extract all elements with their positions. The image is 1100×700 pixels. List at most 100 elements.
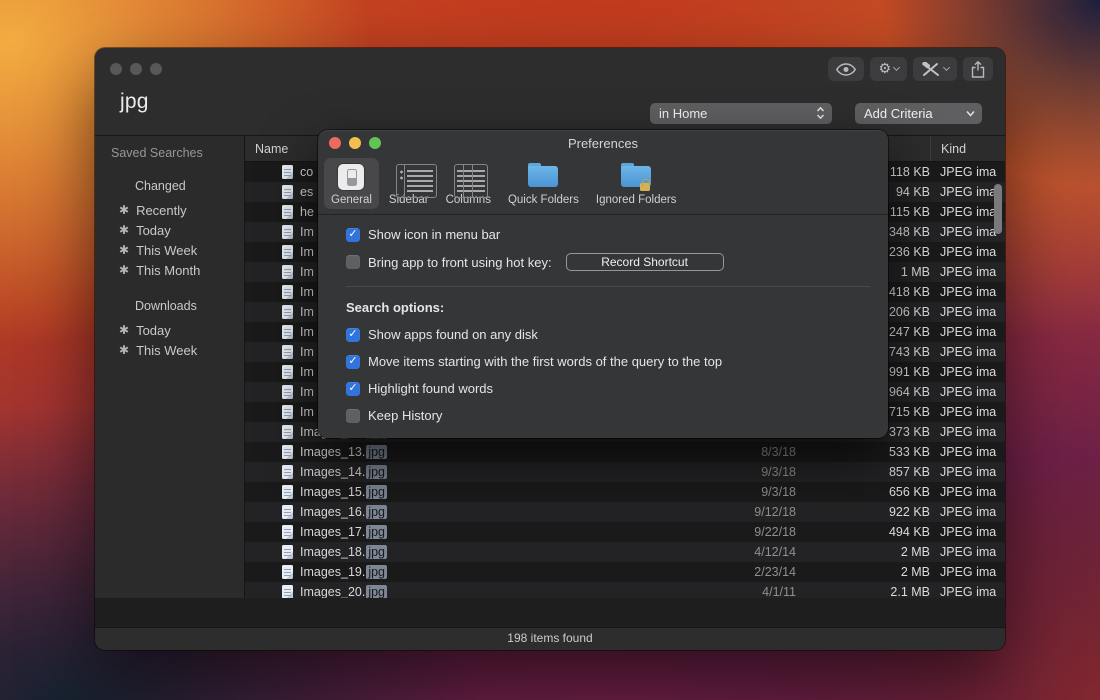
general-icon (334, 162, 368, 192)
file-kind: JPEG ima (930, 285, 1005, 299)
column-header-kind[interactable]: Kind (930, 136, 1005, 161)
tools-menu-button[interactable] (913, 57, 957, 81)
option-row: ✓ Show icon in menu bar (346, 227, 870, 242)
sidebar-item[interactable]: ✱ This Week (95, 240, 244, 260)
status-bar: 198 items found (95, 627, 1005, 650)
desktop-wallpaper: { "window": { "title_query": "jpg", "sco… (0, 0, 1100, 700)
file-kind: JPEG ima (930, 565, 1005, 579)
table-row[interactable]: Images_18. jpg 4/12/14 2 MB JPEG ima (245, 542, 1005, 562)
highlighted-extension: jpg (366, 485, 387, 499)
zoom-button[interactable] (369, 137, 381, 149)
document-icon (282, 165, 293, 179)
preferences-tab[interactable]: Sidebar (382, 158, 436, 209)
sidebar-item[interactable]: ✱ This Week (95, 340, 244, 360)
sidebar-item[interactable]: ✱ Today (95, 220, 244, 240)
file-name: es (300, 185, 313, 199)
file-kind: JPEG ima (930, 425, 1005, 439)
highlighted-extension: jpg (366, 505, 387, 519)
checkbox-label: Bring app to front using hot key: (368, 255, 552, 270)
record-shortcut-button[interactable]: Record Shortcut (566, 253, 724, 271)
checkbox[interactable]: ✓ (346, 255, 360, 269)
file-name: Im (300, 385, 314, 399)
highlighted-extension: jpg (366, 445, 387, 459)
file-name: Im (300, 285, 314, 299)
file-size: 494 KB (796, 525, 930, 539)
vertical-scrollbar[interactable] (994, 184, 1002, 234)
dialog-title: Preferences (318, 130, 888, 157)
table-row[interactable]: Images_13. jpg 8/3/18 533 KB JPEG ima (245, 442, 1005, 462)
checkbox-label: Show apps found on any disk (368, 327, 538, 342)
tools-icon (921, 62, 941, 77)
checkbox[interactable]: ✓ (346, 382, 360, 396)
table-row[interactable]: Images_14. jpg 9/3/18 857 KB JPEG ima (245, 462, 1005, 482)
close-button[interactable] (110, 63, 122, 75)
option-row: ✓ Move items starting with the first wor… (346, 354, 870, 369)
document-icon (282, 525, 293, 539)
table-row[interactable]: Images_16. jpg 9/12/18 922 KB JPEG ima (245, 502, 1005, 522)
preferences-tab[interactable]: Columns (439, 158, 498, 209)
table-row[interactable]: Images_17. jpg 9/22/18 494 KB JPEG ima (245, 522, 1005, 542)
document-icon (282, 505, 293, 519)
file-size: 922 KB (796, 505, 930, 519)
table-row[interactable]: Images_15. jpg 9/3/18 656 KB JPEG ima (245, 482, 1005, 502)
document-icon (282, 585, 293, 598)
file-kind: JPEG ima (930, 305, 1005, 319)
zoom-button[interactable] (150, 63, 162, 75)
file-kind: JPEG ima (930, 245, 1005, 259)
action-menu-button[interactable]: ⚙ (870, 57, 907, 81)
table-row[interactable]: Images_20. jpg 4/1/11 2.1 MB JPEG ima (245, 582, 1005, 598)
file-name: Im (300, 405, 314, 419)
share-button[interactable] (963, 57, 993, 81)
dialog-titlebar: Preferences (318, 130, 888, 156)
sidebar-item[interactable]: Changed (111, 176, 244, 196)
preview-button[interactable] (828, 57, 864, 81)
dialog-window-controls (329, 137, 381, 149)
highlighted-extension: jpg (366, 545, 387, 559)
file-name: Im (300, 345, 314, 359)
sidebar: Saved Searches Changed ✱ Recently ✱ Toda… (95, 136, 245, 598)
sidebar-item[interactable]: Downloads (111, 296, 244, 316)
lock-icon (640, 183, 650, 191)
file-name: Images_19. (300, 565, 365, 579)
file-name: Images_15. (300, 485, 365, 499)
checkbox[interactable]: ✓ (346, 228, 360, 242)
minimize-button[interactable] (349, 137, 361, 149)
file-size: 2.1 MB (796, 585, 930, 598)
file-name: Images_17. (300, 525, 365, 539)
file-name: Images_13. (300, 445, 365, 459)
sidebar-item[interactable]: ✱ Today (95, 320, 244, 340)
preferences-tab[interactable]: Ignored Folders (589, 158, 684, 209)
table-row[interactable]: Images_19. jpg 2/23/14 2 MB JPEG ima (245, 562, 1005, 582)
preferences-tab[interactable]: Quick Folders (501, 158, 586, 209)
file-kind: JPEG ima (930, 505, 1005, 519)
file-kind: JPEG ima (930, 365, 1005, 379)
checkbox[interactable]: ✓ (346, 328, 360, 342)
chevron-down-icon (943, 64, 950, 71)
preferences-tab[interactable]: General (324, 158, 379, 209)
option-row: ✓ Bring app to front using hot key: Reco… (346, 253, 870, 271)
option-row: ✓ Highlight found words (346, 381, 870, 396)
window-controls (110, 63, 162, 75)
sidebar-item[interactable]: ✱ Recently (95, 200, 244, 220)
document-icon (282, 345, 293, 359)
add-criteria-select[interactable]: Add Criteria (855, 103, 982, 124)
highlighted-extension: jpg (366, 525, 387, 539)
file-kind: JPEG ima (930, 465, 1005, 479)
smart-folder-gear-icon: ✱ (119, 204, 129, 216)
file-date: 9/3/18 (666, 485, 796, 499)
search-scope-select[interactable]: in Home (650, 103, 832, 124)
close-button[interactable] (329, 137, 341, 149)
document-icon (282, 385, 293, 399)
document-icon (282, 205, 293, 219)
document-icon (282, 325, 293, 339)
document-icon (282, 405, 293, 419)
checkbox[interactable]: ✓ (346, 355, 360, 369)
smart-folder-gear-icon: ✱ (119, 244, 129, 256)
file-size: 2 MB (796, 565, 930, 579)
minimize-button[interactable] (130, 63, 142, 75)
sidebar-item[interactable]: ✱ This Month (95, 260, 244, 280)
checkbox[interactable]: ✓ (346, 409, 360, 423)
file-kind: JPEG ima (930, 265, 1005, 279)
columns-icon (451, 162, 485, 192)
search-options-heading: Search options: (346, 300, 870, 315)
